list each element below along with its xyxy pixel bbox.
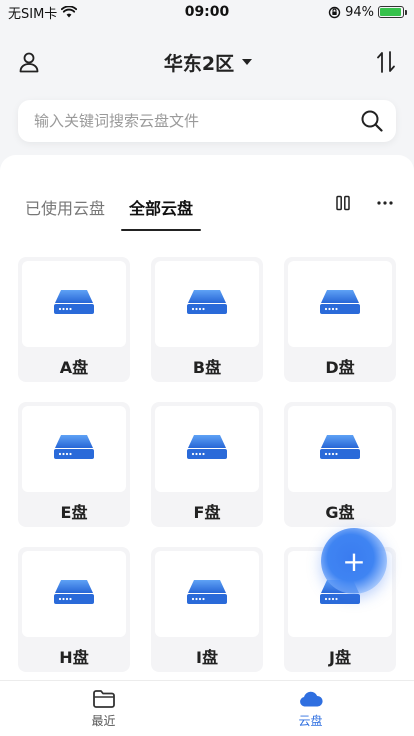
hard-drive-icon xyxy=(318,287,362,321)
disk-icon-box xyxy=(155,551,259,637)
disk-label: A盘 xyxy=(59,358,89,377)
bottom-nav: 最近 云盘 xyxy=(0,680,414,736)
battery-level xyxy=(380,8,401,16)
disk-card[interactable]: G盘 xyxy=(284,402,396,527)
battery-icon xyxy=(378,6,407,18)
search-icon[interactable] xyxy=(360,109,384,133)
disk-grid: A盘 B盘 D盘 E盘 F盘 G盘 H盘 I盘 J盘 xyxy=(18,257,397,672)
disk-card[interactable]: H盘 xyxy=(18,547,130,672)
hard-drive-icon xyxy=(185,432,229,466)
orientation-lock-icon xyxy=(328,6,341,18)
disk-label: I盘 xyxy=(196,648,218,667)
disk-card[interactable]: E盘 xyxy=(18,402,130,527)
status-bar: 无SIM卡 09:00 94% xyxy=(0,0,414,24)
tab-actions xyxy=(336,195,394,211)
disk-label: B盘 xyxy=(192,358,222,377)
nav-recent[interactable]: 最近 xyxy=(0,681,207,736)
disk-label: G盘 xyxy=(325,503,355,522)
region-label: 华东2区 xyxy=(163,52,235,75)
disk-label: H盘 xyxy=(59,648,89,667)
folder-icon xyxy=(92,689,115,708)
nav-cloud-disk[interactable]: 云盘 xyxy=(207,681,414,736)
wifi-icon xyxy=(61,6,78,18)
disk-icon-box xyxy=(155,261,259,347)
cloud-icon xyxy=(299,691,323,706)
disk-label: D盘 xyxy=(325,358,355,377)
nav-recent-label: 最近 xyxy=(91,713,116,728)
column-view-icon[interactable] xyxy=(336,195,350,211)
hard-drive-icon xyxy=(52,432,96,466)
hard-drive-icon xyxy=(185,577,229,611)
disk-card[interactable]: F盘 xyxy=(151,402,263,527)
disk-tabs: 已使用云盘 全部云盘 xyxy=(25,195,202,231)
status-left: 无SIM卡 xyxy=(8,3,78,22)
status-right: 94% xyxy=(328,4,407,20)
disk-label: J盘 xyxy=(329,648,351,667)
search-input[interactable] xyxy=(34,112,334,130)
disk-card[interactable]: I盘 xyxy=(151,547,263,672)
caret-down-icon xyxy=(242,59,253,65)
tab-all-disks[interactable]: 全部云盘 xyxy=(121,195,202,231)
hard-drive-icon xyxy=(52,577,96,611)
region-selector[interactable]: 华东2区 xyxy=(163,49,253,76)
hard-drive-icon xyxy=(52,287,96,321)
nav-cloud-disk-label: 云盘 xyxy=(298,713,323,728)
disk-card[interactable]: A盘 xyxy=(18,257,130,382)
disk-icon-box xyxy=(288,261,392,347)
hard-drive-icon xyxy=(185,287,229,321)
disk-card[interactable]: D盘 xyxy=(284,257,396,382)
disk-label: F盘 xyxy=(193,503,221,522)
plus-icon: + xyxy=(342,544,366,578)
carrier-label: 无SIM卡 xyxy=(8,6,58,22)
search-bar xyxy=(18,100,396,142)
transfer-icon[interactable] xyxy=(376,50,396,74)
disk-icon-box xyxy=(22,406,126,492)
disk-label: E盘 xyxy=(60,503,88,522)
tab-used-disks[interactable]: 已使用云盘 xyxy=(25,195,105,231)
top-bar: 华东2区 xyxy=(0,40,414,84)
disk-icon-box xyxy=(22,551,126,637)
disk-icon-box xyxy=(288,406,392,492)
battery-percent: 94% xyxy=(345,4,374,20)
user-icon[interactable] xyxy=(18,51,40,73)
add-disk-button[interactable]: + xyxy=(321,528,387,594)
disk-card[interactable]: B盘 xyxy=(151,257,263,382)
disk-icon-box xyxy=(22,261,126,347)
disk-panel: 已使用云盘 全部云盘 A盘 B盘 D盘 E盘 F盘 G盘 H盘 I盘 J盘 xyxy=(0,155,414,680)
hard-drive-icon xyxy=(318,432,362,466)
disk-icon-box xyxy=(155,406,259,492)
more-icon[interactable] xyxy=(376,200,394,206)
